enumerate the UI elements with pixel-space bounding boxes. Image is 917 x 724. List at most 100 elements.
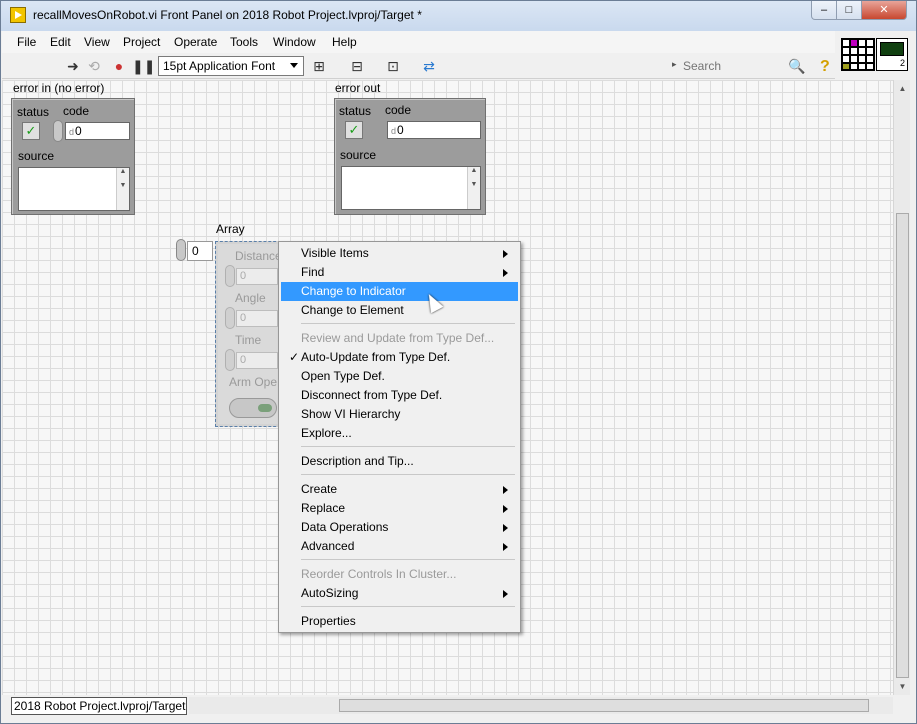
menu-item-data-operations[interactable]: Data Operations [281, 518, 518, 537]
run-continuously-icon[interactable]: ⟲ [85, 57, 103, 75]
labview-window: recallMovesOnRobot.vi Front Panel on 201… [0, 0, 917, 724]
menu-item-label: Auto-Update from Type Def. [301, 350, 451, 364]
error-in-code-spinner[interactable] [53, 120, 63, 142]
connector-pane[interactable] [841, 38, 875, 71]
error-in-code-radix: d [69, 127, 75, 137]
menu-file[interactable]: File [17, 35, 36, 49]
angle-field[interactable]: 0 [236, 310, 278, 327]
scrollbar-thumb[interactable] [339, 699, 869, 712]
menu-item-change-to-element[interactable]: Change to Element [281, 301, 518, 320]
scrollbar[interactable]: ▲ ▼ [467, 167, 480, 209]
menu-item-description-and-tip[interactable]: Description and Tip... [281, 452, 518, 471]
menu-item-label: Open Type Def. [301, 369, 385, 383]
font-select[interactable]: 15pt Application Font [158, 56, 304, 76]
menu-edit[interactable]: Edit [50, 35, 71, 49]
align-objects-icon[interactable]: ⊞ [310, 57, 328, 75]
search-input[interactable] [680, 56, 780, 76]
menu-item-label: Review and Update from Type Def... [301, 331, 495, 345]
distance-spinner[interactable] [225, 265, 235, 287]
menu-item-visible-items[interactable]: Visible Items [281, 244, 518, 263]
menu-item-open-type-def[interactable]: Open Type Def. [281, 367, 518, 386]
error-out-code-value: 0 [397, 123, 404, 137]
menu-item-explore[interactable]: Explore... [281, 424, 518, 443]
checkmark-icon: ✓ [289, 350, 300, 364]
menu-item-label: AutoSizing [301, 586, 359, 600]
distribute-objects-icon[interactable]: ⊟ [348, 57, 366, 75]
search-icon[interactable]: 🔍 [788, 57, 806, 75]
submenu-arrow-icon [503, 486, 508, 494]
menu-operate[interactable]: Operate [174, 35, 217, 49]
toolbar: ➜ ⟲ ● ❚❚ 15pt Application Font ⊞ ⊟ ⊡ ⇄ ▸… [2, 53, 835, 79]
error-in-status-label: status [17, 105, 50, 119]
minimize-button[interactable]: – [811, 1, 837, 20]
application-instance-label[interactable]: 2018 Robot Project.lvproj/Target [11, 697, 187, 715]
menu-item-create[interactable]: Create [281, 480, 518, 499]
abort-icon[interactable]: ● [110, 57, 128, 75]
scroll-up-icon[interactable]: ▲ [894, 80, 911, 97]
menu-item-label: Change to Element [301, 303, 404, 317]
reorder-icon[interactable]: ⇄ [420, 57, 438, 75]
menu-help[interactable]: Help [332, 35, 357, 49]
submenu-arrow-icon [503, 505, 508, 513]
error-out-code-field: d0 [387, 121, 481, 139]
menu-bar: File Edit View Project Operate Tools Win… [2, 31, 835, 53]
menu-window[interactable]: Window [273, 35, 316, 49]
menu-item-label: Data Operations [301, 520, 389, 534]
maximize-button[interactable]: □ [836, 1, 862, 20]
scrollbar[interactable]: ▲ ▼ [116, 168, 129, 210]
vi-icon-number: 2 [899, 58, 905, 68]
menu-tools[interactable]: Tools [230, 35, 258, 49]
distance-field[interactable]: 0 [236, 268, 278, 285]
pause-icon[interactable]: ❚❚ [132, 57, 155, 75]
menu-item-replace[interactable]: Replace [281, 499, 518, 518]
menu-item-properties[interactable]: Properties [281, 612, 518, 631]
title-bar[interactable]: recallMovesOnRobot.vi Front Panel on 201… [1, 1, 916, 31]
menu-project[interactable]: Project [123, 35, 160, 49]
close-button[interactable]: ✕ [861, 1, 907, 20]
menu-item-change-to-indicator[interactable]: Change to Indicator [281, 282, 518, 301]
menu-view[interactable]: View [84, 35, 110, 49]
menu-item-auto-update-type-def[interactable]: ✓ Auto-Update from Type Def. [281, 348, 518, 367]
error-in-code-field[interactable]: d0 [65, 122, 130, 140]
error-out-status-label: status [339, 104, 372, 118]
horizontal-scrollbar[interactable] [189, 697, 893, 714]
error-out-cluster[interactable]: status code ✓ d0 source ▲ ▼ [334, 98, 486, 215]
menu-item-label: Create [301, 482, 338, 496]
scroll-down-icon[interactable]: ▼ [894, 678, 911, 695]
submenu-arrow-icon [503, 250, 508, 258]
resize-objects-icon[interactable]: ⊡ [384, 57, 402, 75]
error-out-code-radix: d [391, 126, 397, 136]
error-out-source-field: ▲ ▼ [341, 166, 481, 210]
menu-item-show-vi-hierarchy[interactable]: Show VI Hierarchy [281, 405, 518, 424]
time-spinner[interactable] [225, 349, 235, 371]
menu-item-label: Change to Indicator [301, 284, 406, 298]
array-field-label-angle: Angle [235, 291, 266, 305]
error-in-cluster[interactable]: status code ✓ d0 source ▲ ▼ [11, 98, 135, 215]
menu-item-advanced[interactable]: Advanced [281, 537, 518, 556]
context-help-icon[interactable]: ? [820, 58, 830, 76]
error-in-code-label: code [63, 104, 90, 118]
menu-item-disconnect-type-def[interactable]: Disconnect from Type Def. [281, 386, 518, 405]
menu-separator [301, 559, 515, 560]
error-in-source-field[interactable]: ▲ ▼ [18, 167, 130, 211]
menu-item-autosizing[interactable]: AutoSizing [281, 584, 518, 603]
menu-item-label: Show VI Hierarchy [301, 407, 401, 421]
time-field[interactable]: 0 [236, 352, 278, 369]
menu-item-label: Explore... [301, 426, 352, 440]
error-in-status-checkbox[interactable]: ✓ [22, 122, 40, 140]
menu-item-label: Description and Tip... [301, 454, 414, 468]
vertical-scrollbar[interactable]: ▲ ▼ [893, 80, 910, 695]
menu-item-label: Replace [301, 501, 346, 515]
error-out-code-label: code [385, 103, 412, 117]
array-label: Array [216, 222, 245, 236]
array-index-field[interactable]: 0 [187, 241, 213, 261]
menu-item-find[interactable]: Find [281, 263, 518, 282]
arm-open-toggle[interactable] [229, 398, 277, 418]
run-arrow-icon[interactable]: ➜ [64, 57, 82, 75]
menu-item-label: Disconnect from Type Def. [301, 388, 443, 402]
scrollbar-thumb[interactable] [896, 213, 909, 678]
array-index-spinner[interactable] [176, 239, 186, 261]
labview-app-icon [10, 7, 26, 23]
vi-icon[interactable]: 2 [876, 38, 908, 71]
angle-spinner[interactable] [225, 307, 235, 329]
